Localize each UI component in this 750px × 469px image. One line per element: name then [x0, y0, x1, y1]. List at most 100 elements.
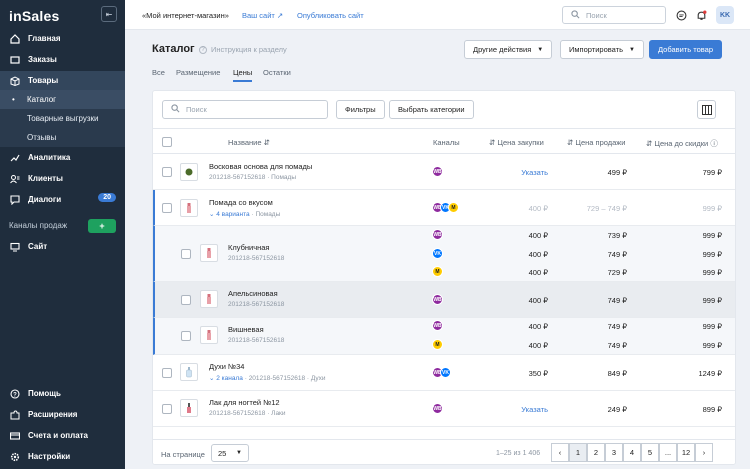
sale-price[interactable]: 749 ₽: [608, 250, 627, 259]
page-2-button[interactable]: 2: [587, 443, 605, 462]
page-1-button[interactable]: 1: [569, 443, 587, 462]
variant-row[interactable]: Вишневая 201218-567152618 WB 400 ₽ 749 ₽…: [153, 318, 735, 355]
select-all-checkbox[interactable]: [162, 137, 172, 147]
sale-price[interactable]: 849 ₽: [608, 369, 627, 378]
price-before-discount[interactable]: 799 ₽: [703, 168, 722, 177]
instruction-link[interactable]: ? Инструкция к разделу: [199, 45, 287, 54]
sidebar-item-analytics[interactable]: Аналитика: [0, 148, 125, 167]
sale-price[interactable]: 749 ₽: [608, 322, 627, 331]
price-before-discount[interactable]: 999 ₽: [703, 268, 722, 277]
chat-icon[interactable]: [674, 8, 688, 22]
table-row[interactable]: Духи №34 ⌄ 2 канала · 201218-567152618 ·…: [153, 355, 735, 391]
price-before-discount[interactable]: 999 ₽: [703, 250, 722, 259]
product-name[interactable]: Духи №34: [209, 362, 244, 371]
sale-price[interactable]: 749 ₽: [608, 296, 627, 305]
your-site-link[interactable]: Ваш сайт ↗: [242, 11, 283, 20]
add-sales-channel-button[interactable]: +: [88, 219, 116, 233]
product-name[interactable]: Лак для ногтей №12: [209, 398, 280, 407]
page-3-button[interactable]: 3: [605, 443, 623, 462]
sidebar-item-home[interactable]: Главная: [0, 29, 125, 48]
prev-page-button[interactable]: ‹: [551, 443, 569, 462]
purchase-price-set-link[interactable]: Указать: [521, 168, 548, 177]
sidebar-item-products[interactable]: Товары: [0, 71, 125, 90]
purchase-price[interactable]: 400 ₽: [529, 250, 548, 259]
sale-price[interactable]: 749 ₽: [608, 341, 627, 350]
purchase-price[interactable]: 400 ₽: [529, 322, 548, 331]
publish-site-link[interactable]: Опубликовать сайт: [297, 11, 364, 20]
columns-view-icon[interactable]: [697, 100, 716, 119]
sidebar-item-catalog[interactable]: Каталог: [0, 90, 125, 109]
tab-all[interactable]: Все: [152, 68, 165, 77]
price-before-discount[interactable]: 999 ₽: [703, 322, 722, 331]
price-before-discount[interactable]: 899 ₽: [703, 405, 722, 414]
variant-name[interactable]: Клубничная: [228, 243, 270, 252]
sale-price[interactable]: 499 ₽: [608, 168, 627, 177]
variant-row[interactable]: Клубничная 201218-567152618 WB 400 ₽ 739…: [153, 226, 735, 282]
sale-price[interactable]: 729 ₽: [608, 268, 627, 277]
table-search-input[interactable]: Поиск: [162, 100, 328, 119]
sidebar-item-feeds[interactable]: Товарные выгрузки: [0, 109, 125, 128]
column-purchase-price[interactable]: ⇵ Цена закупки: [489, 138, 544, 147]
top-search-input[interactable]: Поиск: [562, 6, 666, 24]
page-4-button[interactable]: 4: [623, 443, 641, 462]
table-row[interactable]: Лак для ногтей №12 201218-567152618 · Ла…: [153, 391, 735, 427]
table-row[interactable]: Помада со вкусом ⌄ 4 варианта · Помады W…: [153, 190, 735, 226]
sidebar-item-settings[interactable]: Настройки: [0, 447, 125, 466]
tab-placement[interactable]: Размещение: [176, 68, 220, 77]
sale-price[interactable]: 739 ₽: [608, 231, 627, 240]
avatar[interactable]: KK: [716, 6, 734, 24]
sidebar-item-site[interactable]: Сайт: [0, 237, 125, 256]
row-checkbox[interactable]: [181, 295, 191, 305]
row-checkbox[interactable]: [181, 249, 191, 259]
price-before-discount[interactable]: 999 ₽: [703, 231, 722, 240]
row-checkbox[interactable]: [162, 368, 172, 378]
next-page-button[interactable]: ›: [695, 443, 713, 462]
sidebar-item-clients[interactable]: Клиенты: [0, 169, 125, 188]
page-12-button[interactable]: 12: [677, 443, 695, 462]
row-checkbox[interactable]: [162, 167, 172, 177]
column-price-before-discount[interactable]: ⇵ Цена до скидки ⓘ: [646, 138, 718, 149]
row-checkbox[interactable]: [181, 331, 191, 341]
sidebar-item-reviews[interactable]: Отзывы: [0, 128, 125, 147]
purchase-price[interactable]: 400 ₽: [529, 231, 548, 240]
tab-stock[interactable]: Остатки: [263, 68, 291, 77]
variant-row[interactable]: Апельсиновая 201218-567152618 WB 400 ₽ 7…: [153, 282, 735, 318]
import-button[interactable]: Импортировать ▼: [560, 40, 644, 59]
other-actions-button[interactable]: Другие действия ▼: [464, 40, 553, 59]
column-name[interactable]: Название ⇵: [228, 138, 270, 147]
choose-categories-button[interactable]: Выбрать категории: [389, 100, 474, 119]
price-before-discount[interactable]: 999 ₽: [703, 296, 722, 305]
price-before-discount[interactable]: 999 ₽: [703, 341, 722, 350]
sidebar-item-orders[interactable]: Заказы: [0, 50, 125, 69]
product-name[interactable]: Помада со вкусом: [209, 198, 273, 207]
notification-bell-icon[interactable]: [694, 8, 708, 22]
purchase-price[interactable]: 400 ₽: [529, 268, 548, 277]
variant-name[interactable]: Апельсиновая: [228, 289, 278, 298]
sale-price[interactable]: 249 ₽: [608, 405, 627, 414]
sidebar-item-dialogs[interactable]: Диалоги 20: [0, 190, 125, 209]
price-before-discount[interactable]: 1249 ₽: [698, 369, 722, 378]
filters-button[interactable]: Фильтры: [336, 100, 385, 119]
collapse-left-icon[interactable]: ⇤: [101, 6, 117, 22]
purchase-price[interactable]: 350 ₽: [529, 369, 548, 378]
sidebar-item-help[interactable]: ? Помощь: [0, 384, 125, 403]
logo[interactable]: inSales: [9, 8, 59, 24]
column-channels: Каналы: [433, 138, 460, 147]
table-row[interactable]: Восковая основа для помады 201218-567152…: [153, 154, 735, 190]
sidebar-item-extensions[interactable]: Расширения: [0, 405, 125, 424]
variants-toggle[interactable]: ⌄ 4 варианта: [209, 211, 250, 218]
per-page-select[interactable]: 25 ▼: [211, 444, 249, 462]
sidebar-item-billing[interactable]: Счета и оплата: [0, 426, 125, 445]
row-checkbox[interactable]: [162, 404, 172, 414]
channels-toggle[interactable]: ⌄ 2 канала: [209, 375, 243, 382]
purchase-price[interactable]: 400 ₽: [529, 296, 548, 305]
purchase-price[interactable]: 400 ₽: [529, 341, 548, 350]
row-checkbox[interactable]: [162, 203, 172, 213]
tab-prices[interactable]: Цены: [233, 68, 253, 82]
page-5-button[interactable]: 5: [641, 443, 659, 462]
add-product-button[interactable]: Добавить товар: [649, 40, 722, 59]
variant-name[interactable]: Вишневая: [228, 325, 264, 334]
column-sale-price[interactable]: ⇵ Цена продажи: [567, 138, 626, 147]
purchase-price-set-link[interactable]: Указать: [521, 405, 548, 414]
product-name[interactable]: Восковая основа для помады: [209, 162, 312, 171]
